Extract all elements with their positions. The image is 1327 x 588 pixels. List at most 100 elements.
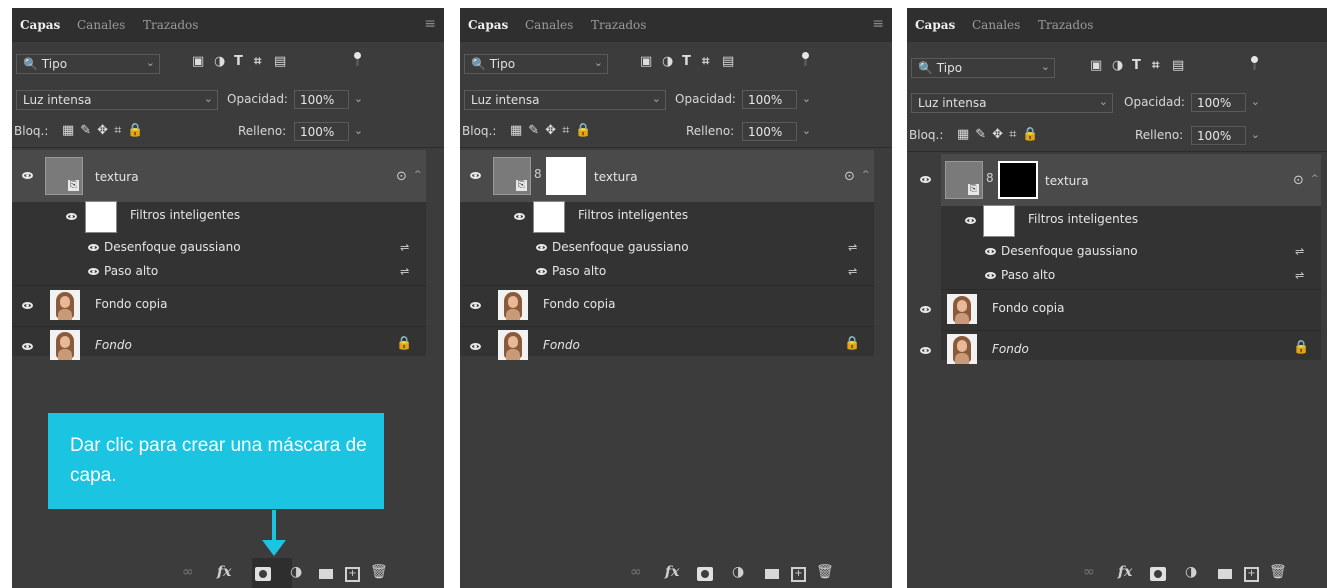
tab-trazados[interactable]: Trazados (591, 18, 646, 32)
filter-type-dropdown[interactable]: 🔍 Tipo ⌄ (911, 58, 1055, 78)
filter-adjustment-icon[interactable]: ◑ (662, 54, 673, 69)
fx-icon[interactable]: fx (1118, 564, 1132, 580)
link-icon[interactable]: ∞ (1083, 564, 1095, 580)
visibility-eye-icon[interactable] (536, 268, 547, 275)
smart-filter-mask-thumbnail[interactable] (983, 205, 1015, 237)
visibility-eye-icon[interactable] (536, 244, 547, 251)
filter-gaussian-blur[interactable]: Desenfoque gaussiano (552, 240, 689, 254)
filter-type-icon[interactable]: T (682, 54, 691, 69)
adjustment-icon[interactable]: ◑ (290, 564, 302, 580)
layer-name-fondo[interactable]: Fondo (543, 338, 580, 352)
fx-icon[interactable]: fx (217, 564, 231, 580)
filter-smartobject-icon[interactable]: ▤ (274, 54, 286, 69)
fill-field[interactable]: 100% ⌄ (1191, 126, 1260, 145)
filter-shape-icon[interactable]: ⌗ (702, 54, 709, 69)
link-icon[interactable]: ∞ (182, 564, 194, 580)
smart-object-thumbnail[interactable]: ⎘ (945, 161, 983, 199)
folder-icon[interactable] (765, 569, 779, 579)
filter-smartobject-icon[interactable]: ▤ (1172, 58, 1184, 73)
folder-icon[interactable] (319, 569, 333, 579)
filter-gaussian-blur[interactable]: Desenfoque gaussiano (104, 240, 241, 254)
filter-options-icon[interactable]: ⇌ (400, 265, 409, 278)
tab-canales[interactable]: Canales (972, 18, 1020, 32)
filter-smartobject-icon[interactable]: ▤ (722, 54, 734, 69)
blend-mode-dropdown[interactable]: Luz intensa ⌄ (464, 90, 666, 110)
filter-high-pass[interactable]: Paso alto (104, 264, 158, 278)
tab-capas[interactable]: Capas (20, 18, 60, 32)
layer-thumbnail-photo[interactable] (947, 294, 977, 324)
tab-canales[interactable]: Canales (525, 18, 573, 32)
add-mask-icon[interactable] (1150, 567, 1166, 581)
layer-name-fondo[interactable]: Fondo (992, 342, 1029, 356)
new-layer-icon[interactable]: + (1244, 567, 1259, 582)
layer-name-fondo-copia[interactable]: Fondo copia (95, 297, 167, 311)
visibility-eye-icon[interactable] (22, 343, 33, 350)
smart-object-thumbnail[interactable]: ⎘ (493, 157, 531, 195)
filter-type-icon[interactable]: T (234, 54, 243, 69)
visibility-eye-icon[interactable] (470, 172, 481, 179)
fx-icon[interactable]: fx (665, 564, 679, 580)
chain-link-icon[interactable]: 8 (986, 171, 994, 185)
layer-name-fondo-copia[interactable]: Fondo copia (992, 301, 1064, 315)
layer-thumbnail-photo[interactable] (498, 330, 528, 360)
visibility-eye-icon[interactable] (985, 248, 996, 255)
filter-options-icon[interactable]: ⇌ (1295, 245, 1304, 258)
tab-trazados[interactable]: Trazados (1038, 18, 1093, 32)
visibility-eye-icon[interactable] (88, 244, 99, 251)
filter-options-icon[interactable]: ⇌ (848, 241, 857, 254)
lock-options-icons[interactable]: ▦✎✥⌗🔒 (957, 127, 1045, 142)
visibility-eye-icon[interactable] (22, 172, 33, 179)
layer-thumbnail-photo[interactable] (50, 330, 80, 360)
layer-mask-thumbnail[interactable] (998, 161, 1038, 199)
filter-options-icon[interactable]: ⇌ (1295, 269, 1304, 282)
visibility-eye-icon[interactable] (920, 176, 931, 183)
visibility-eye-icon[interactable] (514, 213, 525, 220)
filter-high-pass[interactable]: Paso alto (1001, 268, 1055, 282)
visibility-eye-icon[interactable] (470, 302, 481, 309)
tab-trazados[interactable]: Trazados (143, 18, 198, 32)
filter-toggle[interactable] (802, 52, 809, 66)
collapse-icon[interactable]: ^ (1311, 174, 1319, 184)
filter-options-icon[interactable]: ⇌ (400, 241, 409, 254)
filter-high-pass[interactable]: Paso alto (552, 264, 606, 278)
layer-thumbnail-photo[interactable] (498, 290, 528, 320)
filter-shape-icon[interactable]: ⌗ (1152, 58, 1159, 73)
smart-filter-mask-thumbnail[interactable] (533, 201, 565, 233)
new-layer-icon[interactable]: + (345, 567, 360, 582)
visibility-eye-icon[interactable] (88, 268, 99, 275)
opacity-field[interactable]: 100% ⌄ (742, 90, 811, 109)
visibility-eye-icon[interactable] (920, 347, 931, 354)
filter-type-icon[interactable]: T (1132, 58, 1141, 73)
tab-canales[interactable]: Canales (77, 18, 125, 32)
collapse-icon[interactable]: ^ (414, 170, 422, 180)
tab-capas[interactable]: Capas (915, 18, 955, 32)
new-layer-icon[interactable]: + (791, 567, 806, 582)
visibility-eye-icon[interactable] (920, 306, 931, 313)
layer-name-fondo[interactable]: Fondo (95, 338, 132, 352)
smart-object-thumbnail[interactable]: ⎘ (45, 157, 83, 195)
layer-name-textura[interactable]: textura (594, 170, 638, 184)
fill-field[interactable]: 100% ⌄ (294, 122, 363, 141)
visibility-eye-icon[interactable] (22, 302, 33, 309)
add-mask-icon[interactable] (255, 567, 271, 581)
filter-type-dropdown[interactable]: 🔍 Tipo ⌄ (464, 54, 608, 74)
layer-thumbnail-photo[interactable] (947, 334, 977, 364)
adjustment-icon[interactable]: ◑ (732, 564, 744, 580)
blend-mode-dropdown[interactable]: Luz intensa ⌄ (911, 93, 1113, 113)
trash-icon[interactable]: 🗑 (816, 564, 834, 580)
panel-menu-icon[interactable]: ≡ (424, 16, 436, 32)
smart-filter-mask-thumbnail[interactable] (85, 201, 117, 233)
folder-icon[interactable] (1218, 569, 1232, 579)
blend-mode-dropdown[interactable]: Luz intensa ⌄ (16, 90, 218, 110)
filter-type-dropdown[interactable]: 🔍 Tipo ⌄ (16, 54, 160, 74)
layer-name-fondo-copia[interactable]: Fondo copia (543, 297, 615, 311)
opacity-field[interactable]: 100% ⌄ (294, 90, 363, 109)
adjustment-icon[interactable]: ◑ (1185, 564, 1197, 580)
lock-options-icons[interactable]: ▦✎✥⌗🔒 (510, 123, 598, 138)
layer-thumbnail-photo[interactable] (50, 290, 80, 320)
panel-menu-icon[interactable]: ≡ (872, 16, 884, 32)
layer-name-textura[interactable]: textura (95, 170, 139, 184)
fill-field[interactable]: 100% ⌄ (742, 122, 811, 141)
tab-capas[interactable]: Capas (468, 18, 508, 32)
filter-pixel-icon[interactable]: ▣ (1090, 58, 1102, 73)
